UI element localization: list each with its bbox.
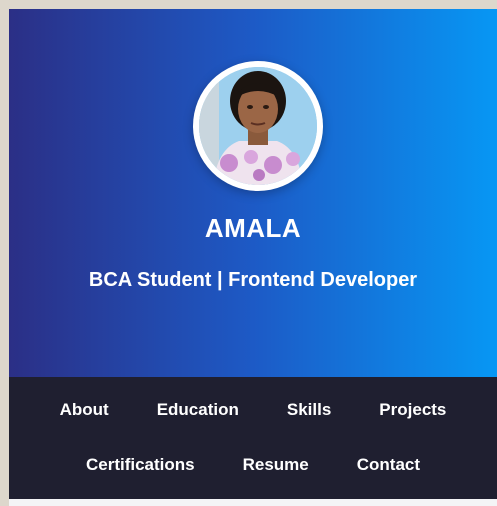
hero-header: AMALA BCA Student | Frontend Developer <box>9 9 497 377</box>
nav-link-resume[interactable]: Resume <box>243 455 309 475</box>
portfolio-page: AMALA BCA Student | Frontend Developer A… <box>9 9 497 506</box>
nav-row-primary: About Education Skills Projects <box>9 400 497 420</box>
profile-tagline: BCA Student | Frontend Developer <box>88 269 418 291</box>
nav-row-secondary: Certifications Resume Contact <box>9 455 497 475</box>
profile-photo-frame <box>193 61 323 191</box>
main-navigation: About Education Skills Projects Certific… <box>9 377 497 499</box>
nav-link-skills[interactable]: Skills <box>287 400 331 420</box>
nav-link-about[interactable]: About <box>60 400 109 420</box>
profile-photo <box>199 67 317 185</box>
profile-name: AMALA <box>204 213 302 243</box>
content-area-edge <box>9 499 497 506</box>
nav-link-education[interactable]: Education <box>157 400 239 420</box>
nav-link-contact[interactable]: Contact <box>357 455 420 475</box>
nav-link-certifications[interactable]: Certifications <box>86 455 195 475</box>
nav-link-projects[interactable]: Projects <box>379 400 446 420</box>
